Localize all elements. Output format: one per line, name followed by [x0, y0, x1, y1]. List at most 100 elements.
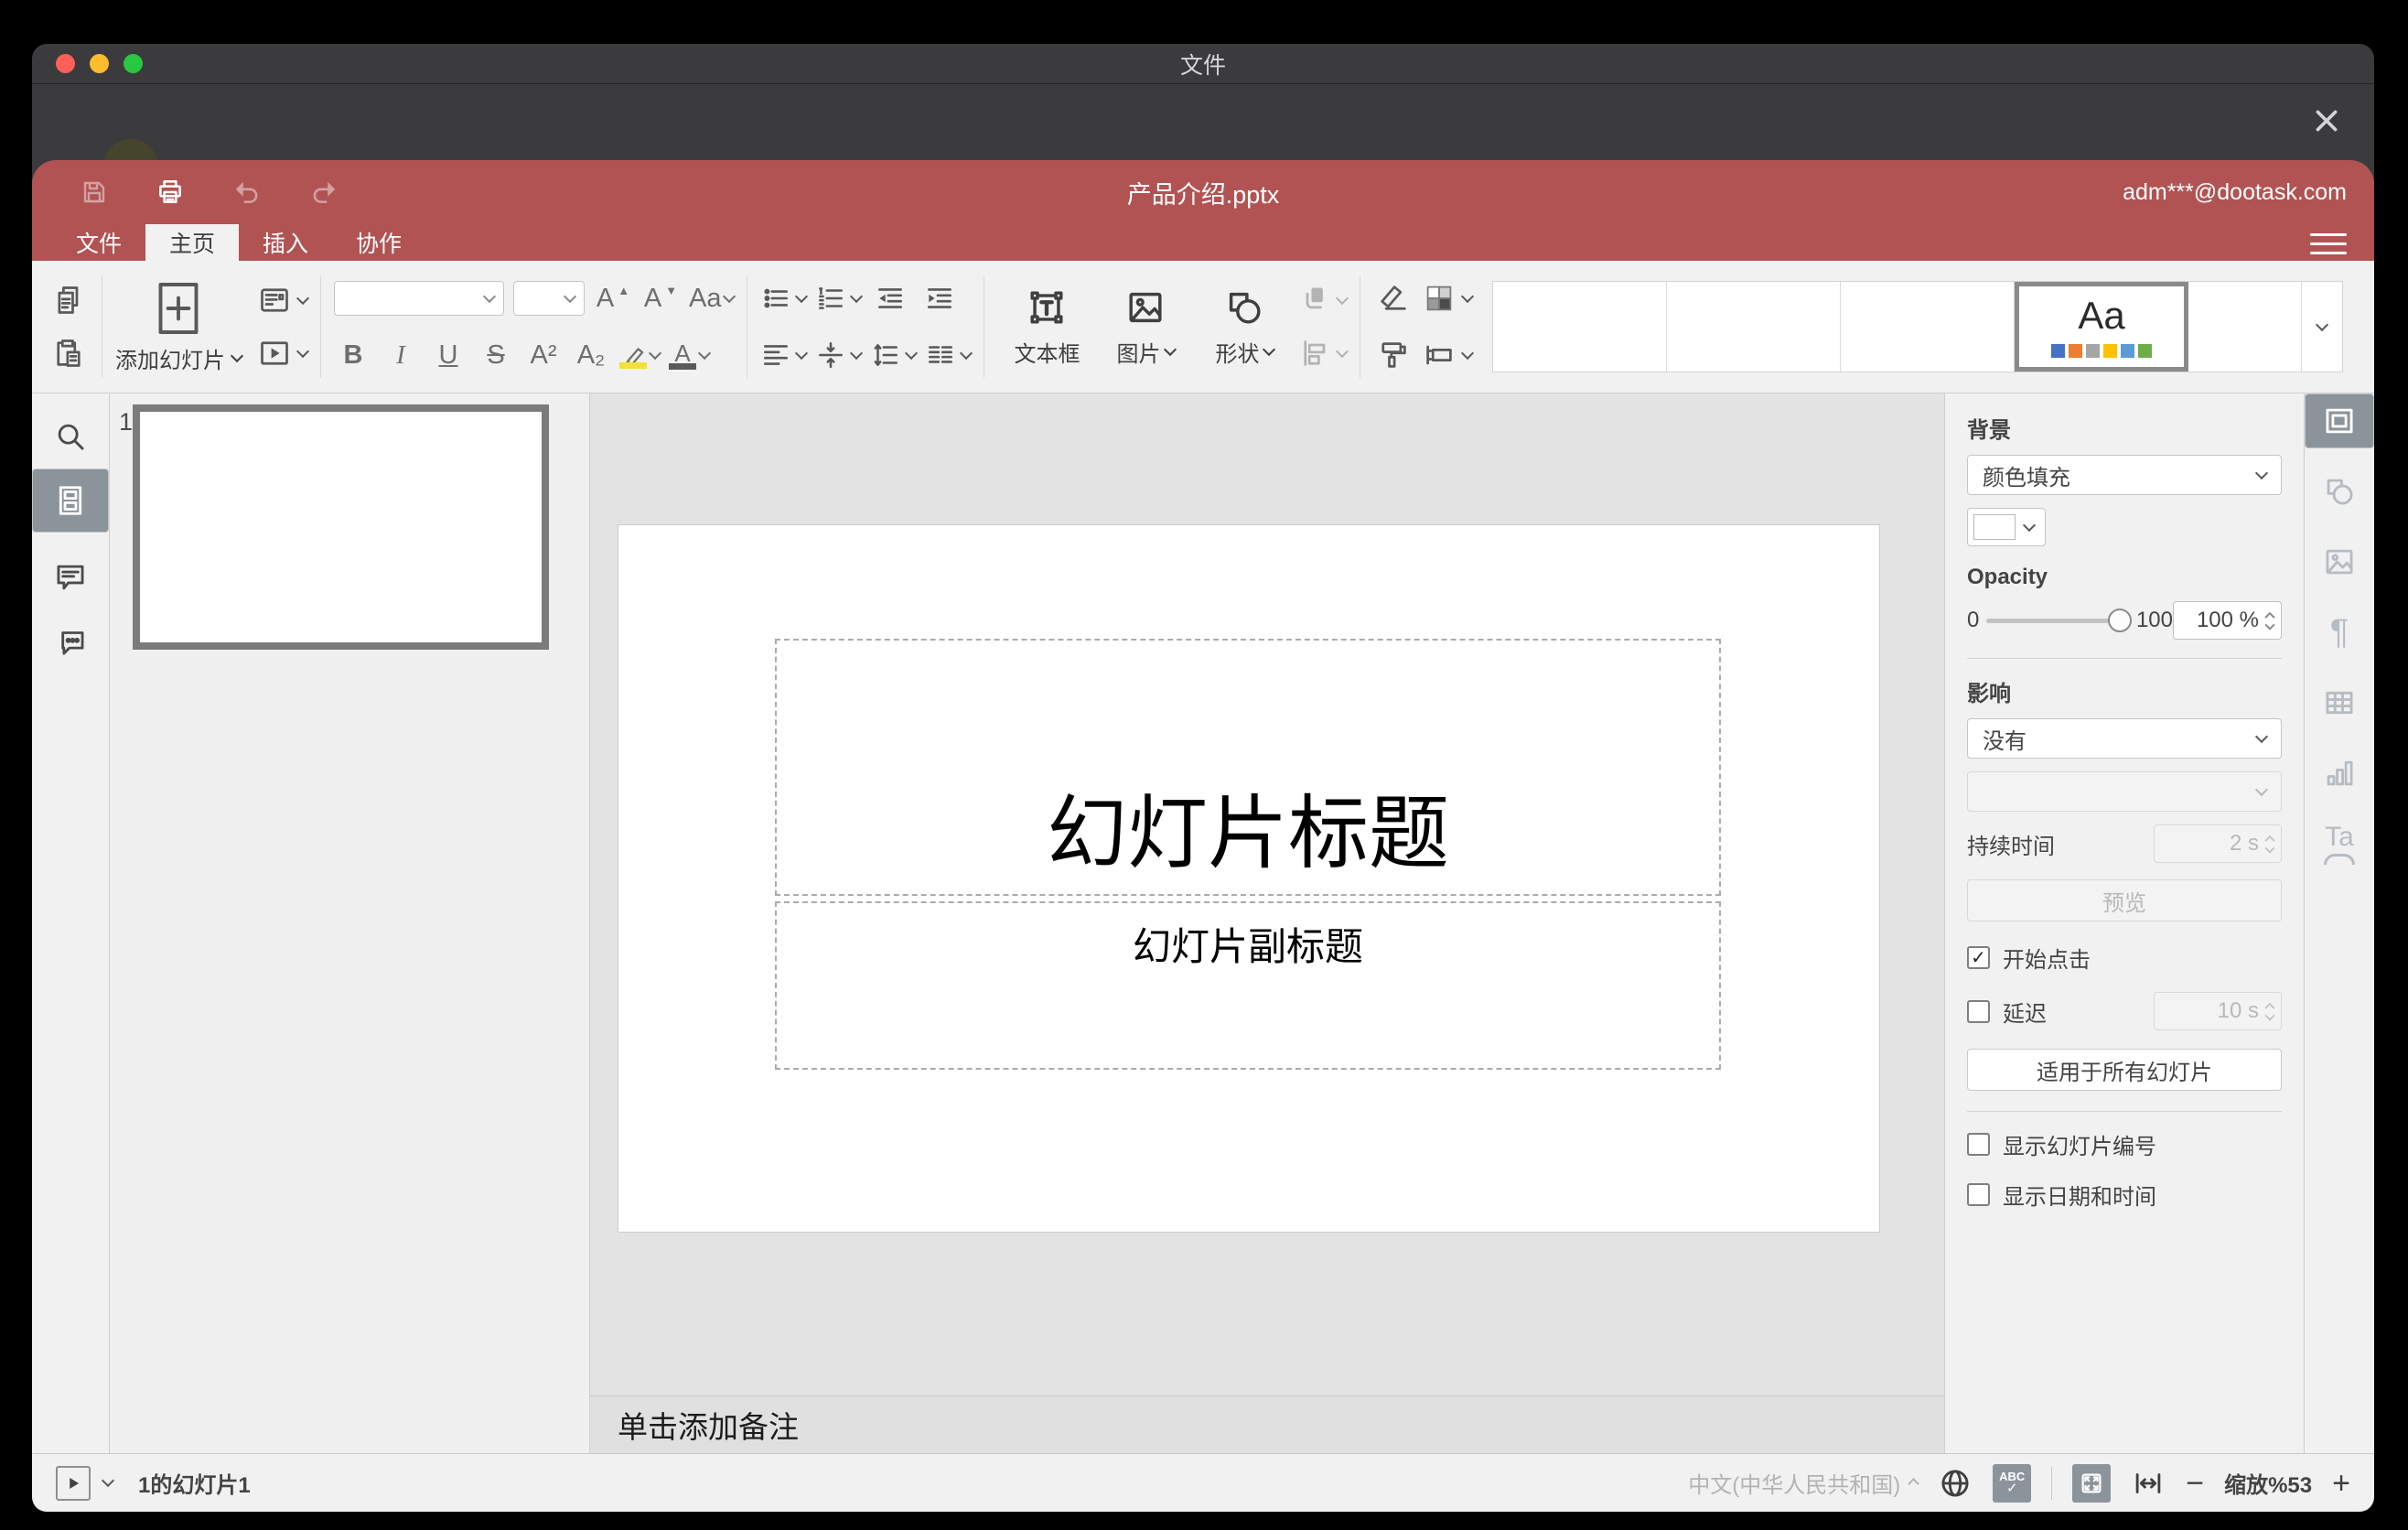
show-slide-number-row[interactable]: 显示幻灯片编号	[1967, 1128, 2282, 1160]
superscript-button[interactable]: A²	[524, 335, 563, 375]
shape-align-button[interactable]	[1299, 333, 1349, 373]
editor-center: 幻灯片标题 幻灯片副标题 单击添加备注	[590, 393, 1944, 1453]
apply-to-all-button[interactable]: 适用于所有幻灯片	[1967, 1049, 2282, 1091]
indent-button[interactable]	[919, 278, 960, 318]
show-date-time-row[interactable]: 显示日期和时间	[1967, 1179, 2282, 1211]
image-settings-button[interactable]	[2305, 534, 2374, 589]
show-slide-number-checkbox[interactable]	[1967, 1133, 1990, 1156]
show-date-time-checkbox[interactable]	[1967, 1183, 1990, 1206]
numbering-button[interactable]	[815, 278, 864, 318]
bullets-button[interactable]	[760, 278, 809, 318]
theme-item[interactable]	[1493, 282, 1667, 372]
horizontal-align-button[interactable]	[760, 335, 809, 375]
zoom-in-button[interactable]: +	[2332, 1468, 2350, 1499]
slide-subtitle-text: 幻灯片副标题	[1132, 925, 1363, 968]
delay-checkbox[interactable]	[1967, 999, 1990, 1023]
search-button[interactable]	[32, 404, 109, 469]
tab-file[interactable]: 文件	[52, 224, 145, 261]
start-slideshow-toolbar-button[interactable]	[258, 333, 310, 373]
slide-settings-button[interactable]	[2305, 393, 2374, 448]
opacity-slider-thumb[interactable]	[2107, 608, 2132, 632]
font-size-select[interactable]	[513, 281, 585, 316]
start-on-click-row[interactable]: ✓ 开始点击	[1967, 942, 2282, 974]
tab-insert[interactable]: 插入	[239, 224, 332, 261]
theme-gallery-expand-button[interactable]	[2302, 282, 2342, 372]
start-on-click-checkbox[interactable]: ✓	[1967, 946, 1990, 969]
textart-settings-button[interactable]: Ta	[2305, 816, 2374, 871]
fit-slide-button[interactable]	[2072, 1463, 2112, 1503]
thumbnails-panel-button[interactable]	[32, 469, 109, 533]
start-slideshow-button[interactable]	[56, 1465, 91, 1501]
effect-select[interactable]: 没有	[1967, 718, 2282, 759]
slide-size-button[interactable]	[1423, 335, 1475, 375]
fit-width-button[interactable]	[2131, 1466, 2166, 1501]
line-spacing-button[interactable]	[870, 335, 919, 375]
slide-number: 1	[119, 408, 134, 436]
vertical-align-button[interactable]	[815, 335, 864, 375]
comments-button[interactable]	[32, 545, 109, 609]
theme-item[interactable]	[1841, 282, 2015, 372]
plus-icon	[158, 282, 199, 334]
effect-type-select[interactable]	[1967, 771, 2282, 812]
font-grow-button[interactable]: A ▲	[594, 278, 632, 318]
paste-button[interactable]	[48, 333, 89, 373]
font-shrink-button[interactable]: A ▼	[641, 278, 680, 318]
underline-button[interactable]: U	[429, 335, 468, 375]
textbox-button[interactable]: 文本框	[997, 286, 1096, 368]
highlight-color-button[interactable]	[619, 335, 662, 375]
chevron-down-icon	[1336, 344, 1349, 358]
tab-home[interactable]: 主页	[145, 224, 240, 261]
theme-palette	[2051, 343, 2152, 358]
theme-item[interactable]	[1667, 282, 1841, 372]
copy-style-button[interactable]	[1373, 335, 1414, 375]
chevron-down-icon	[1263, 342, 1276, 356]
theme-item[interactable]	[2188, 282, 2302, 372]
bold-button[interactable]: B	[334, 335, 372, 375]
italic-button[interactable]: I	[382, 335, 420, 375]
subscript-button[interactable]: A₂	[572, 335, 610, 375]
slide-layout-button[interactable]	[258, 280, 310, 320]
close-editor-button[interactable]	[2306, 101, 2347, 141]
opacity-spinner[interactable]: 100 %	[2173, 601, 2282, 640]
zoom-out-button[interactable]: −	[2186, 1468, 2204, 1499]
chart-settings-button[interactable]	[2305, 746, 2374, 801]
notes-area[interactable]: 单击添加备注	[590, 1395, 1944, 1453]
set-language-button[interactable]	[1938, 1466, 1973, 1501]
chat-button[interactable]	[32, 609, 109, 673]
delay-spinner[interactable]: 10 s	[2154, 992, 2282, 1030]
slide-thumbnail[interactable]	[133, 404, 549, 650]
subtitle-placeholder[interactable]: 幻灯片副标题	[775, 901, 1721, 1070]
fill-color-select[interactable]	[1967, 508, 2046, 546]
theme-item-selected[interactable]: Aa	[2015, 282, 2188, 372]
copy-button[interactable]	[48, 280, 89, 320]
title-placeholder[interactable]: 幻灯片标题	[775, 639, 1721, 896]
shape-button[interactable]: 形状	[1195, 286, 1294, 368]
spin-down-icon[interactable]	[2264, 620, 2275, 630]
strikeout-button[interactable]: S	[477, 335, 515, 375]
slideshow-options-chevron[interactable]	[101, 1473, 115, 1488]
paragraph-settings-button[interactable]: ¶	[2305, 605, 2374, 660]
preview-button[interactable]: 预览	[1967, 879, 2282, 921]
delay-row[interactable]: 延迟 10 s	[1967, 992, 2282, 1030]
columns-button[interactable]	[925, 335, 973, 375]
add-slide-button[interactable]: 添加幻灯片	[115, 280, 244, 374]
tab-collaboration[interactable]: 协作	[332, 224, 425, 261]
font-color-button[interactable]: A	[669, 335, 712, 375]
fill-type-select[interactable]: 颜色填充	[1967, 455, 2282, 495]
outdent-button[interactable]	[870, 278, 910, 318]
change-case-button[interactable]: Aa	[689, 278, 736, 318]
slide-canvas[interactable]: 幻灯片标题 幻灯片副标题	[618, 524, 1880, 1233]
arrange-button[interactable]	[1299, 280, 1349, 320]
shape-settings-button[interactable]	[2305, 464, 2374, 519]
clear-style-button[interactable]	[1373, 278, 1414, 318]
spellcheck-button[interactable]: ABC ✓	[1993, 1463, 2032, 1503]
duration-spinner[interactable]: 2 s	[2154, 824, 2282, 863]
table-settings-button[interactable]	[2305, 675, 2374, 730]
image-button[interactable]: 图片	[1096, 286, 1195, 368]
opacity-slider[interactable]	[1986, 608, 2132, 632]
language-button[interactable]: 中文(中华人民共和国)	[1688, 1467, 1920, 1499]
header-menu-button[interactable]	[2310, 228, 2347, 259]
color-scheme-button[interactable]	[1423, 278, 1475, 318]
shape-align-icon	[1304, 340, 1326, 366]
font-name-select[interactable]	[334, 281, 504, 316]
